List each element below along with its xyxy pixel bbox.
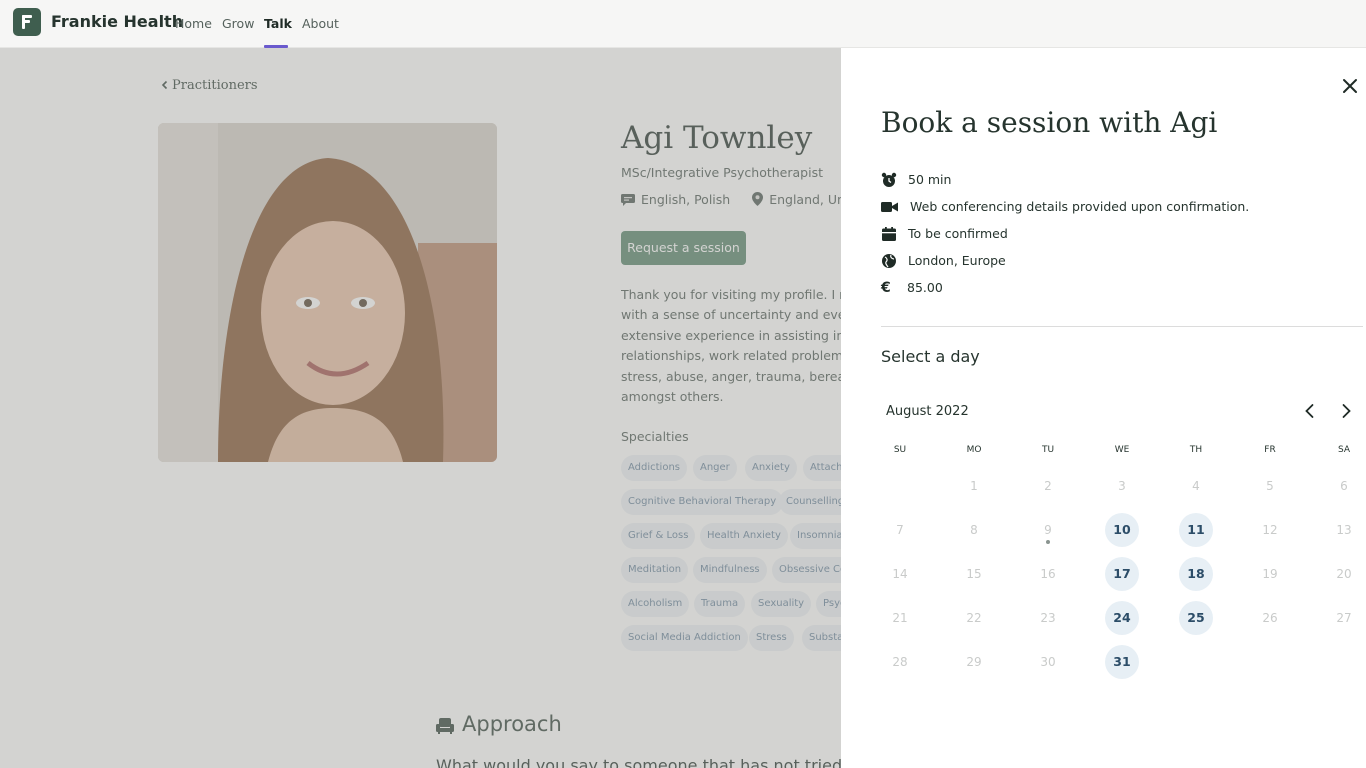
calendar-day-available[interactable]: 17 (1105, 557, 1139, 591)
nav-grow[interactable]: Grow (222, 16, 254, 31)
today-indicator (1046, 540, 1050, 544)
weekday-label: TH (1189, 445, 1203, 455)
select-day-heading: Select a day (881, 347, 980, 366)
calendar-day: 12 (1262, 523, 1278, 537)
duration-text: 50 min (908, 172, 952, 187)
timezone-text: London, Europe (908, 253, 1006, 268)
price-text: 85.00 (907, 280, 943, 295)
chevron-right-icon[interactable] (1338, 403, 1354, 419)
calendar-day: 21 (892, 611, 908, 625)
calendar-day: 14 (892, 567, 908, 581)
modal-backdrop[interactable] (0, 48, 841, 768)
booking-title: Book a session with Agi (881, 106, 1218, 139)
weekday-label: WE (1114, 445, 1130, 455)
calendar-day-available[interactable]: 11 (1179, 513, 1213, 547)
calendar-day: 3 (1118, 479, 1126, 493)
chevron-left-icon[interactable] (1302, 403, 1318, 419)
booking-panel: Book a session with Agi 50 min Web confe… (841, 48, 1366, 768)
calendar-day: 15 (966, 567, 982, 581)
calendar-day: 16 (1040, 567, 1056, 581)
top-nav: Frankie Health Home Grow Talk About (0, 0, 1366, 48)
video-camera-icon (881, 199, 898, 215)
weekday-label: SU (893, 445, 907, 455)
brand-name[interactable]: Frankie Health (51, 12, 183, 31)
calendar-day: 30 (1040, 655, 1056, 669)
close-icon[interactable] (1340, 76, 1360, 96)
nav-home[interactable]: Home (175, 16, 212, 31)
conferencing-text: Web conferencing details provided upon c… (910, 199, 1250, 214)
active-nav-indicator (264, 45, 288, 48)
calendar-day: 23 (1040, 611, 1056, 625)
calendar-day: 6 (1340, 479, 1348, 493)
alarm-clock-icon (881, 172, 897, 188)
calendar-day: 20 (1336, 567, 1352, 581)
calendar-day: 13 (1336, 523, 1352, 537)
calendar-month: August 2022 (886, 404, 969, 419)
frankie-logo-icon[interactable] (13, 8, 41, 36)
weekday-label: SA (1337, 445, 1351, 455)
calendar-day-available[interactable]: 31 (1105, 645, 1139, 679)
calendar-day: 27 (1336, 611, 1352, 625)
globe-icon (881, 253, 897, 269)
weekday-label: FR (1264, 445, 1276, 455)
calendar-day-available[interactable]: 10 (1105, 513, 1139, 547)
calendar-day: 29 (966, 655, 982, 669)
calendar-day: 19 (1262, 567, 1278, 581)
nav-about[interactable]: About (302, 16, 339, 31)
euro-icon: € (881, 280, 891, 296)
calendar-day: 28 (892, 655, 908, 669)
calendar-day-available[interactable]: 24 (1105, 601, 1139, 635)
calendar-day-available[interactable]: 18 (1179, 557, 1213, 591)
calendar-day: 26 (1262, 611, 1278, 625)
calendar-day: 22 (966, 611, 982, 625)
nav-talk[interactable]: Talk (264, 16, 292, 31)
calendar-day: 2 (1044, 479, 1052, 493)
weekday-label: MO (966, 445, 982, 455)
calendar-icon (881, 226, 897, 242)
calendar-day-available[interactable]: 25 (1179, 601, 1213, 635)
calendar-day: 5 (1266, 479, 1274, 493)
calendar-day: 1 (970, 479, 978, 493)
calendar-day: 4 (1192, 479, 1200, 493)
calendar-day: 8 (970, 523, 978, 537)
calendar-day: 7 (896, 523, 904, 537)
weekday-label: TU (1041, 445, 1055, 455)
divider (881, 326, 1363, 327)
date-text: To be confirmed (908, 226, 1008, 241)
